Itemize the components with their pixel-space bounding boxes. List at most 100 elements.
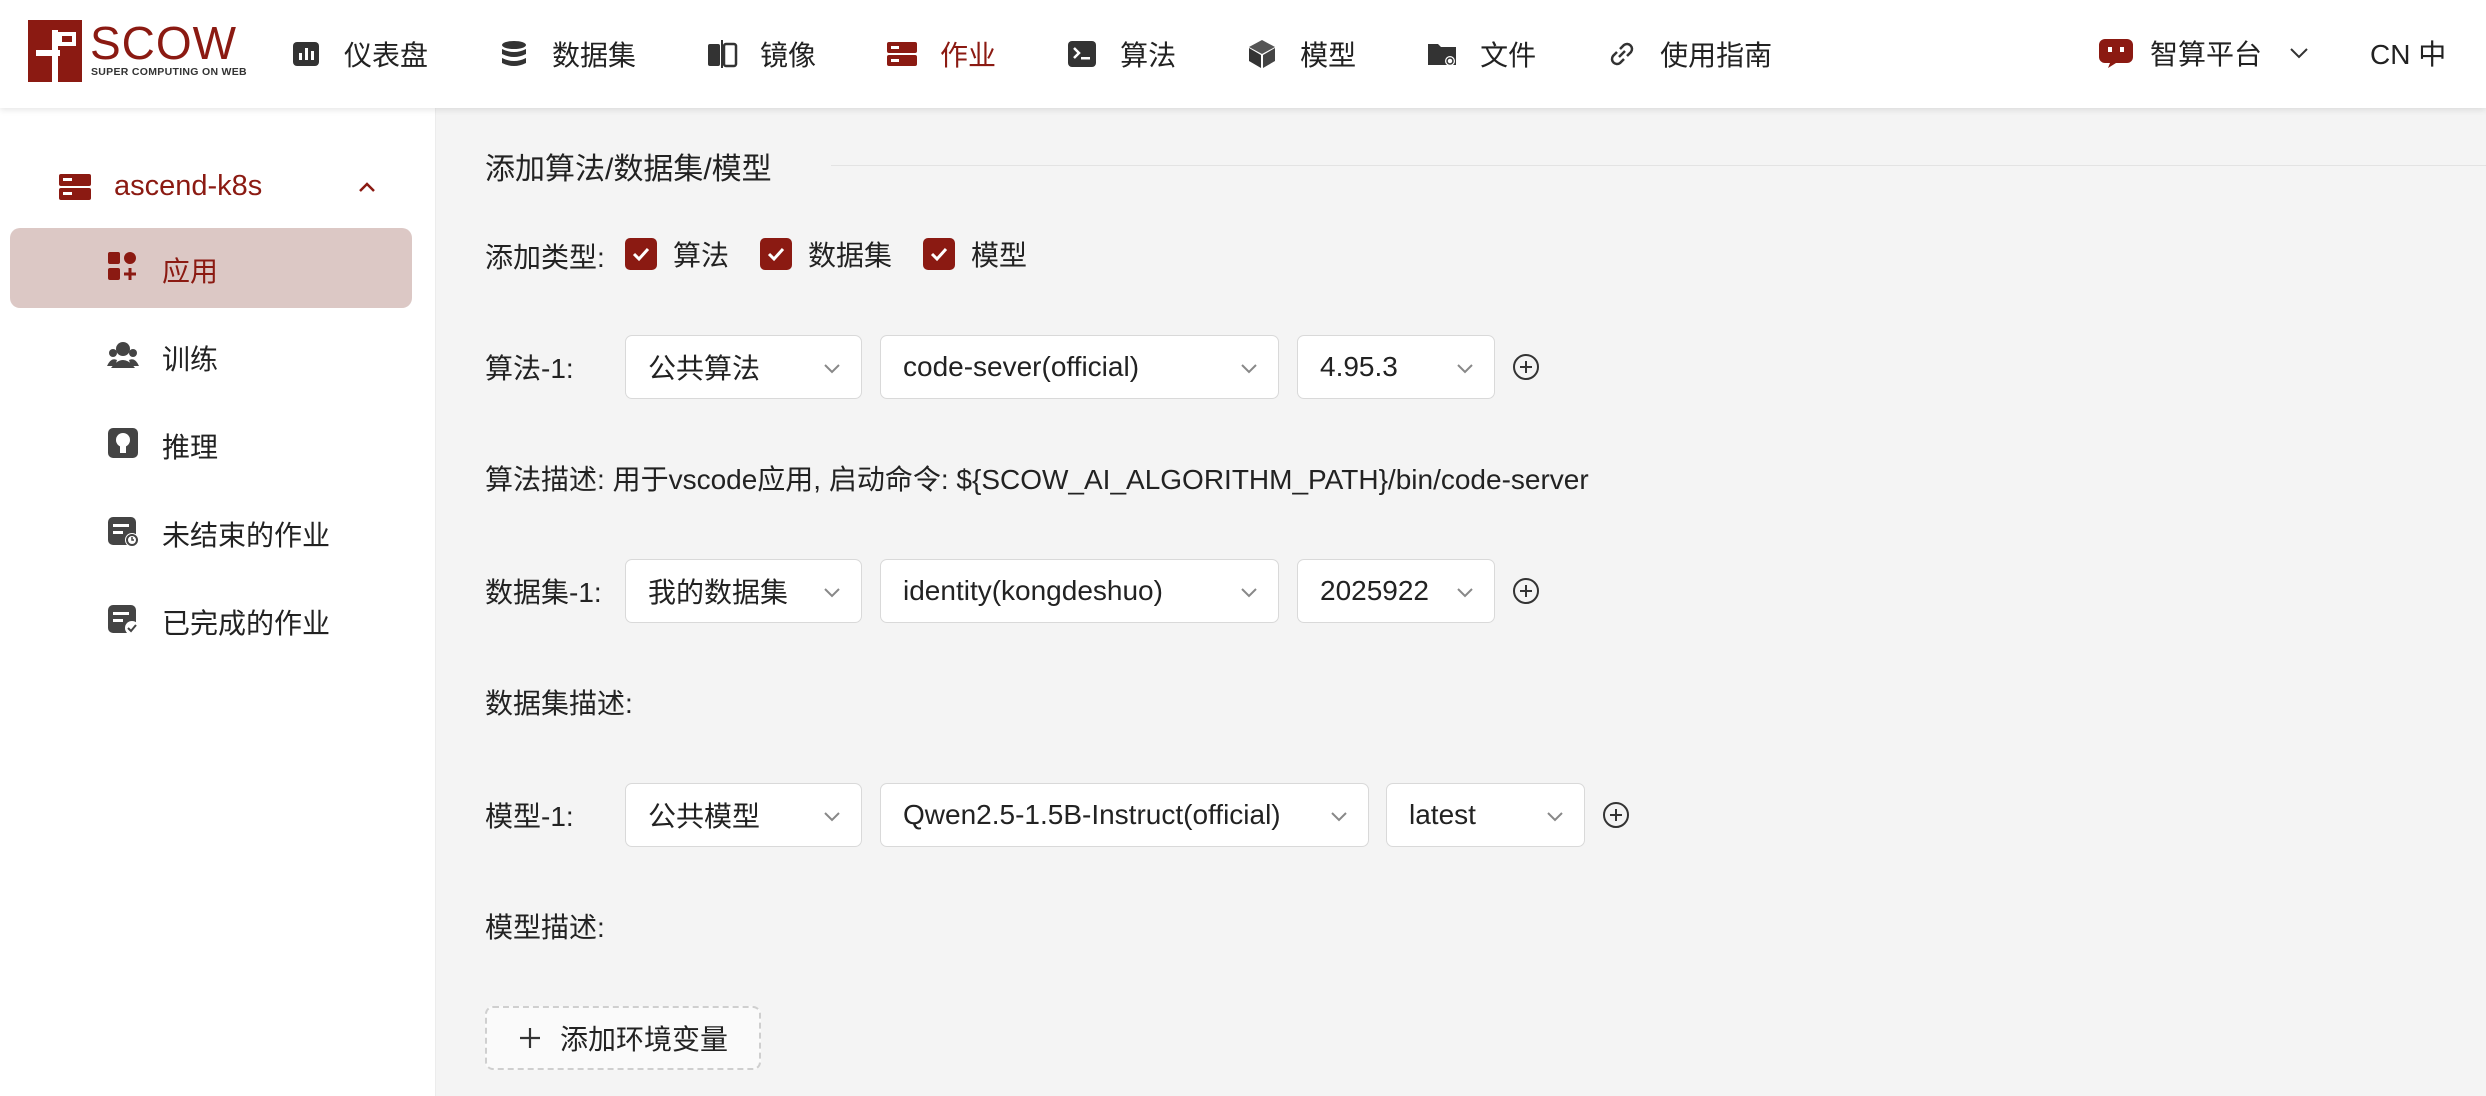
algorithm-description: 算法描述: 用于vscode应用, 启动命令: ${SCOW_AI_ALGORI… [485, 458, 1589, 498]
checkbox-model[interactable]: 模型 [923, 234, 1027, 274]
logo-subtitle: SUPER COMPUTING ON WEB [91, 66, 247, 78]
chevron-down-icon [1241, 588, 1257, 598]
platform-switcher[interactable]: 智算平台 [2098, 30, 2310, 76]
add-type-label: 添加类型: [485, 242, 605, 273]
checkbox-algorithm[interactable]: 算法 [625, 234, 729, 274]
nav-jobs[interactable]: 作业 [886, 0, 996, 108]
nav-label: 数据集 [552, 40, 637, 71]
checkbox-checked-icon [760, 238, 792, 270]
language-switcher[interactable]: CN 中 [2370, 30, 2446, 76]
select-value: code-sever(official) [903, 351, 1140, 382]
robot-icon [2099, 39, 2133, 68]
nav-algorithms[interactable]: 算法 [1066, 0, 1176, 108]
sidebar-item-inference[interactable]: 推理 [10, 404, 412, 484]
chevron-up-icon[interactable] [356, 176, 378, 198]
cube-icon [1246, 38, 1278, 70]
chevron-down-icon [824, 588, 840, 598]
sidebar-item-label: 已完成的作业 [162, 608, 331, 639]
sidebar-item-finished-jobs[interactable]: 已完成的作业 [10, 580, 412, 660]
nav-label: 仪表盘 [344, 40, 429, 71]
nav-label: 模型 [1300, 40, 1357, 71]
select-value: identity(kongdeshuo) [903, 575, 1163, 606]
sidebar-item-label: 未结束的作业 [162, 520, 331, 551]
add-model-plus-icon[interactable] [1602, 801, 1630, 829]
nav-files[interactable]: 文件 [1426, 0, 1536, 108]
select-value: 我的数据集 [648, 577, 789, 608]
model-name-select[interactable]: Qwen2.5-1.5B-Instruct(official) [880, 783, 1369, 847]
sidebar-item-label: 训练 [162, 344, 219, 375]
chevron-down-icon [824, 364, 840, 374]
chevron-down-icon [1457, 588, 1473, 598]
checkbox-label: 算法 [673, 240, 730, 271]
chevron-down-icon [2290, 48, 2308, 59]
nav-images[interactable]: 镜像 [706, 0, 816, 108]
select-value: Qwen2.5-1.5B-Instruct(official) [903, 799, 1281, 830]
running-job-icon [108, 517, 139, 547]
chevron-down-icon [1457, 364, 1473, 374]
select-value: 公共模型 [648, 801, 761, 832]
select-value: 4.95.3 [1320, 351, 1398, 382]
model-label: 模型-1: [485, 801, 574, 832]
sidebar-item-training[interactable]: 训练 [10, 316, 412, 396]
sidebar-cluster-ascend-k8s[interactable]: ascend-k8s [0, 148, 436, 228]
plus-icon [519, 1028, 540, 1048]
algorithm-name-select[interactable]: code-sever(official) [880, 335, 1279, 399]
checkbox-checked-icon [625, 238, 657, 270]
nav-guide[interactable]: 使用指南 [1606, 0, 1772, 108]
sidebar-item-apps[interactable]: 应用 [10, 228, 412, 308]
algorithm-version-select[interactable]: 4.95.3 [1297, 335, 1495, 399]
dataset-source-select[interactable]: 我的数据集 [625, 559, 862, 623]
nav-label: 文件 [1480, 40, 1537, 71]
mirror-icon [706, 38, 738, 70]
team-icon [107, 342, 139, 368]
nav-label: 使用指南 [1660, 40, 1773, 71]
select-value: 2025922 [1320, 575, 1430, 606]
dataset-version-select[interactable]: 2025922 [1297, 559, 1495, 623]
section-title: 添加算法/数据集/模型 [485, 153, 772, 186]
bulb-icon [108, 428, 138, 458]
sidebar-item-label: 应用 [162, 256, 219, 287]
server-icon [886, 38, 918, 70]
dataset-name-select[interactable]: identity(kongdeshuo) [880, 559, 1279, 623]
apps-icon [108, 252, 136, 280]
sidebar-item-label: 推理 [162, 432, 219, 463]
sidebar-item-running-jobs[interactable]: 未结束的作业 [10, 492, 412, 572]
database-icon [498, 38, 530, 70]
server-icon [59, 174, 91, 200]
scow-logo[interactable]: SCOW SUPER COMPUTING ON WEB [28, 17, 247, 84]
checkbox-dataset[interactable]: 数据集 [760, 234, 892, 274]
nav-datasets[interactable]: 数据集 [498, 0, 636, 108]
section-divider [831, 165, 2486, 166]
logo-text: SCOW [90, 17, 238, 69]
add-algorithm-plus-icon[interactable] [1512, 353, 1540, 381]
model-description: 模型描述: [485, 912, 605, 943]
checkbox-label: 数据集 [808, 240, 893, 271]
add-env-var-label: 添加环境变量 [559, 1024, 728, 1055]
language-label: CN 中 [2370, 39, 2447, 70]
model-source-select[interactable]: 公共模型 [625, 783, 862, 847]
algorithm-source-select[interactable]: 公共算法 [625, 335, 862, 399]
terminal-icon [1066, 38, 1098, 70]
folder-icon [1426, 38, 1458, 70]
platform-label: 智算平台 [2150, 39, 2263, 70]
finished-job-icon [108, 605, 139, 635]
link-icon [1606, 38, 1638, 70]
add-dataset-plus-icon[interactable] [1512, 577, 1540, 605]
top-header: SCOW SUPER COMPUTING ON WEB 仪表盘 数据集 镜像 作… [0, 0, 2486, 108]
chevron-down-icon [824, 812, 840, 822]
chevron-down-icon [1547, 812, 1563, 822]
dataset-label: 数据集-1: [485, 577, 602, 608]
add-env-var-button[interactable]: 添加环境变量 [485, 1006, 761, 1070]
nav-label: 算法 [1120, 40, 1177, 71]
model-version-select[interactable]: latest [1386, 783, 1585, 847]
chevron-down-icon [1331, 812, 1347, 822]
chevron-down-icon [1241, 364, 1257, 374]
checkbox-label: 模型 [971, 240, 1028, 271]
algorithm-desc-label: 算法描述: [485, 464, 605, 495]
nav-models[interactable]: 模型 [1246, 0, 1356, 108]
nav-dashboard[interactable]: 仪表盘 [290, 0, 428, 108]
select-value: latest [1409, 799, 1476, 830]
scow-logo-mark-icon [28, 20, 82, 82]
checkbox-checked-icon [923, 238, 955, 270]
algorithm-label: 算法-1: [485, 353, 574, 384]
